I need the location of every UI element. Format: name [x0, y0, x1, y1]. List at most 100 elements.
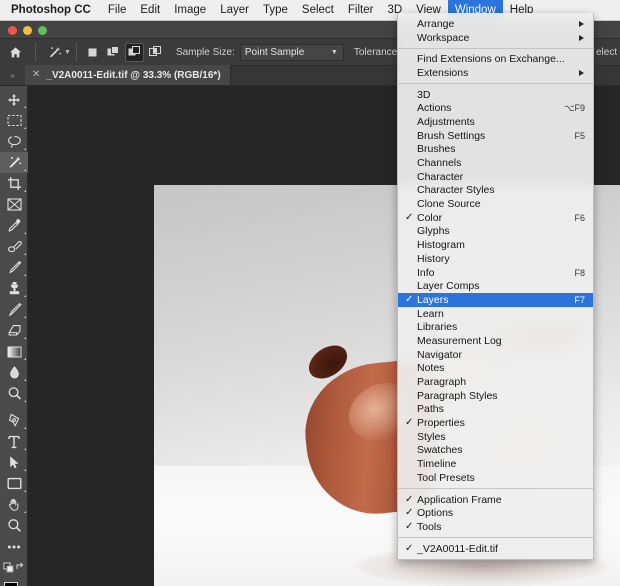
menu-item-history[interactable]: History: [398, 252, 593, 266]
menu-separator: [398, 83, 593, 85]
menu-layer[interactable]: Layer: [213, 0, 256, 21]
tolerance-label: Tolerance:: [353, 46, 400, 58]
intersect-with-selection-button[interactable]: [146, 43, 165, 62]
rectangular-marquee-tool[interactable]: [0, 110, 28, 131]
submenu-arrow-icon: [579, 20, 584, 27]
menu-item-brush-settings[interactable]: Brush Settings F5: [398, 129, 593, 143]
menu-item-adjustments[interactable]: Adjustments: [398, 115, 593, 129]
menu-item-layers[interactable]: ✓ Layers F7: [398, 293, 593, 307]
menu-item-label: Learn: [417, 307, 444, 320]
dodge-tool[interactable]: [0, 383, 28, 404]
menu-item-options[interactable]: ✓ Options: [398, 506, 593, 520]
menu-item-actions[interactable]: Actions ⌥F9: [398, 101, 593, 115]
menu-item-character[interactable]: Character: [398, 170, 593, 184]
menu-item-label: Brush Settings: [417, 129, 486, 142]
menu-item-label: Swatches: [417, 444, 463, 457]
menu-item-libraries[interactable]: Libraries: [398, 320, 593, 334]
subtract-from-selection-button[interactable]: [124, 42, 144, 62]
menu-item-arrange[interactable]: Arrange: [398, 17, 593, 31]
menu-item-paragraph[interactable]: Paragraph: [398, 375, 593, 389]
gradient-tool[interactable]: [0, 341, 28, 362]
frame-tool[interactable]: [0, 194, 28, 215]
menu-item-paths[interactable]: Paths: [398, 403, 593, 417]
menu-item-properties[interactable]: ✓ Properties: [398, 416, 593, 430]
home-icon[interactable]: [0, 39, 30, 66]
menu-item-workspace[interactable]: Workspace: [398, 31, 593, 45]
window-menu-dropdown[interactable]: Arrange Workspace Find Extensions on Exc…: [397, 13, 594, 561]
menu-item-application-frame[interactable]: ✓ Application Frame: [398, 493, 593, 507]
magic-wand-icon[interactable]: [41, 39, 67, 66]
blur-tool[interactable]: [0, 362, 28, 383]
foreground-color-swatch[interactable]: [4, 582, 18, 586]
history-brush-tool[interactable]: [0, 299, 28, 320]
menu-item-find-extensions[interactable]: Find Extensions on Exchange...: [398, 52, 593, 66]
spot-healing-brush-tool[interactable]: [0, 236, 28, 257]
menu-item-label: Tools: [417, 520, 442, 533]
menu-item-glyphs[interactable]: Glyphs: [398, 225, 593, 239]
add-to-selection-button[interactable]: [104, 43, 123, 62]
menu-edit[interactable]: Edit: [133, 0, 167, 21]
menu-filter[interactable]: Filter: [341, 0, 381, 21]
move-tool[interactable]: [0, 89, 28, 110]
lasso-tool[interactable]: [0, 131, 28, 152]
menu-select[interactable]: Select: [295, 0, 341, 21]
menu-item-label: _V2A0011-Edit.tif: [417, 542, 498, 555]
chevron-double-right-icon[interactable]: »: [0, 65, 25, 85]
magic-wand-tool[interactable]: [0, 152, 28, 173]
pen-tool[interactable]: [0, 410, 28, 431]
menu-item-paragraph-styles[interactable]: Paragraph Styles: [398, 389, 593, 403]
menu-item-timeline[interactable]: Timeline: [398, 457, 593, 471]
menu-item-tool-presets[interactable]: Tool Presets: [398, 471, 593, 485]
menu-item-label: Measurement Log: [417, 334, 502, 347]
eraser-tool[interactable]: [0, 320, 28, 341]
brush-tool[interactable]: [0, 257, 28, 278]
zoom-tool[interactable]: [0, 515, 28, 536]
path-selection-tool[interactable]: [0, 452, 28, 473]
menu-item-color[interactable]: ✓ Color F6: [398, 211, 593, 225]
menu-item-histogram[interactable]: Histogram: [398, 238, 593, 252]
menu-item-label: Character: [417, 170, 464, 183]
menu-app-name[interactable]: Photoshop CC: [0, 0, 101, 21]
zoom-button[interactable]: [38, 26, 47, 35]
menu-item-notes[interactable]: Notes: [398, 362, 593, 376]
default-colors-icon[interactable]: [0, 557, 28, 578]
hand-tool[interactable]: [0, 494, 28, 515]
menu-item-measurement-log[interactable]: Measurement Log: [398, 334, 593, 348]
menu-item-extensions[interactable]: Extensions: [398, 66, 593, 80]
menu-item-tools[interactable]: ✓ Tools: [398, 520, 593, 534]
eyedropper-tool[interactable]: [0, 215, 28, 236]
menu-image[interactable]: Image: [167, 0, 213, 21]
color-swatches[interactable]: [0, 580, 28, 586]
menu-item-shortcut: F6: [574, 212, 585, 223]
menu-item-navigator[interactable]: Navigator: [398, 348, 593, 362]
document-tab[interactable]: ✕ _V2A0011-Edit.tif @ 33.3% (RGB/16*): [25, 65, 231, 85]
minimize-button[interactable]: [23, 26, 32, 35]
menu-item-3d[interactable]: 3D: [398, 88, 593, 102]
new-selection-button[interactable]: [83, 43, 102, 62]
menu-item-learn[interactable]: Learn: [398, 307, 593, 321]
menu-item-channels[interactable]: Channels: [398, 156, 593, 170]
menu-item-label: Glyphs: [417, 225, 450, 238]
menu-item-layer-comps[interactable]: Layer Comps: [398, 279, 593, 293]
menu-item-clone-source[interactable]: Clone Source: [398, 197, 593, 211]
close-icon[interactable]: ✕: [32, 70, 40, 80]
menu-type[interactable]: Type: [256, 0, 295, 21]
type-tool[interactable]: [0, 431, 28, 452]
menu-item-styles[interactable]: Styles: [398, 430, 593, 444]
menu-file[interactable]: File: [101, 0, 134, 21]
menu-item-info[interactable]: Info F8: [398, 266, 593, 280]
menu-item-brushes[interactable]: Brushes: [398, 143, 593, 157]
menu-item-character-styles[interactable]: Character Styles: [398, 184, 593, 198]
photoshop-screenshot: Photoshop CC File Edit Image Layer Type …: [0, 0, 620, 586]
rectangle-tool[interactable]: [0, 473, 28, 494]
crop-tool[interactable]: [0, 173, 28, 194]
sample-size-value: Point Sample: [244, 46, 305, 58]
menu-item-open-document[interactable]: ✓ _V2A0011-Edit.tif: [398, 542, 593, 556]
sample-size-select[interactable]: Point Sample ▼: [239, 43, 344, 61]
close-button[interactable]: [8, 26, 17, 35]
menu-item-swatches[interactable]: Swatches: [398, 444, 593, 458]
edit-toolbar-icon[interactable]: [0, 536, 28, 557]
menu-item-label: Extensions: [417, 66, 469, 79]
menu-item-label: Application Frame: [417, 493, 502, 506]
clone-stamp-tool[interactable]: [0, 278, 28, 299]
